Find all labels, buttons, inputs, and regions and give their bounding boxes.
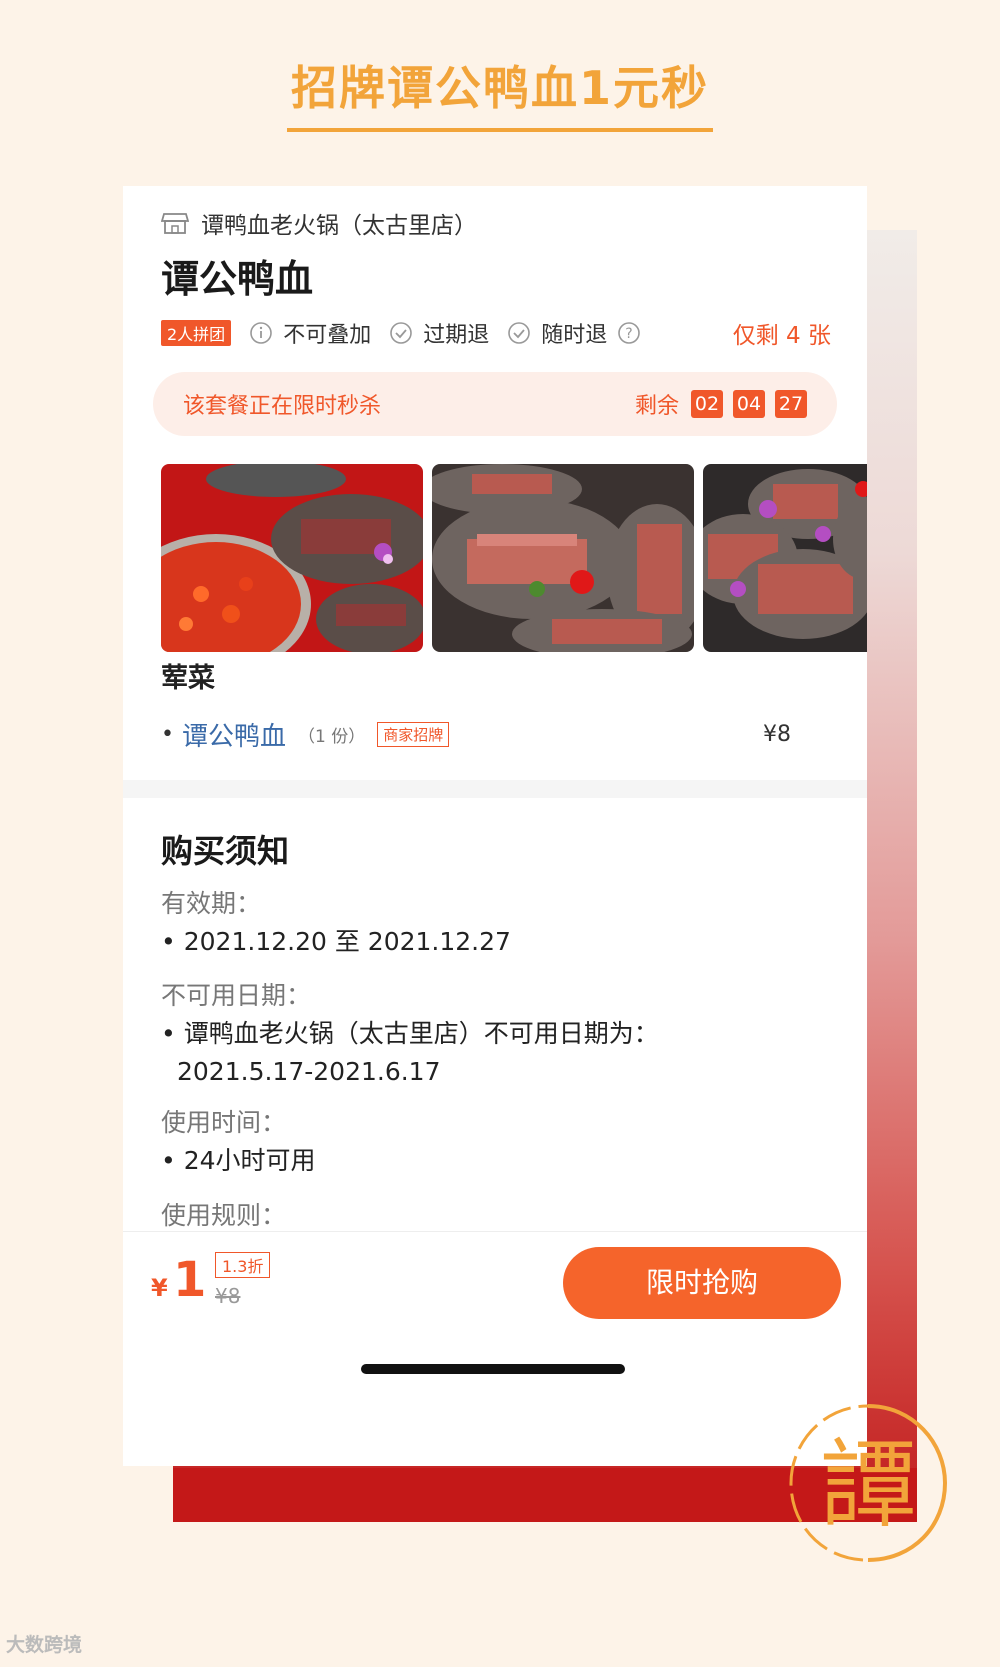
check-circle-icon bbox=[390, 322, 413, 344]
flash-sale-text: 该套餐正在限时秒杀 bbox=[183, 394, 382, 419]
countdown-label: 剩余 bbox=[634, 394, 679, 419]
bullet: • bbox=[161, 722, 174, 747]
banner-title: 招牌谭公鸭血1元秒 bbox=[290, 61, 709, 115]
deal-card: 谭鸭血老火锅（太古里店） 谭公鸭血 2人拼团 不可叠加 过期退 随时退 ? 仅剩… bbox=[123, 186, 867, 1466]
countdown-minutes: 04 bbox=[733, 390, 765, 418]
flash-buy-button[interactable]: 限时抢购 bbox=[563, 1247, 841, 1319]
countdown-seconds: 27 bbox=[775, 390, 807, 418]
food-photo[interactable] bbox=[703, 464, 867, 652]
tan-seal-logo: 譚 bbox=[789, 1404, 948, 1562]
signature-badge: 商家招牌 bbox=[377, 722, 450, 747]
store-name: 谭鸭血老火锅（太古里店） bbox=[201, 213, 477, 239]
food-photo[interactable] bbox=[161, 464, 423, 652]
info-icon bbox=[250, 322, 272, 344]
group-buy-tag: 2人拼团 bbox=[161, 320, 232, 346]
store-icon bbox=[161, 213, 189, 234]
usage-rules-label: 使用规则： bbox=[161, 1201, 287, 1230]
original-price: ¥8 bbox=[215, 1284, 241, 1308]
sale-price: 1 bbox=[173, 1252, 207, 1308]
watermark: 大数跨境 bbox=[6, 1634, 83, 1656]
unavailable-dates-label: 不可用日期： bbox=[161, 981, 312, 1010]
price-currency: ¥ bbox=[151, 1274, 168, 1302]
refund-expired-tag: 过期退 bbox=[389, 317, 489, 349]
unavailable-dates-value: • 谭鸭血老火锅（太古里店）不可用日期为： 2021.5.17-2021.6.17 bbox=[161, 1019, 659, 1086]
purchase-notice-title: 购买须知 bbox=[161, 832, 290, 870]
stock-remaining: 仅剩 4 张 bbox=[732, 323, 831, 349]
tags-row: 2人拼团 不可叠加 过期退 随时退 ? 仅剩 4 张 bbox=[161, 316, 831, 350]
store-row[interactable]: 谭鸭血老火锅（太古里店） bbox=[161, 206, 477, 240]
purchase-bar: ¥ 1 1.3折 ¥8 限时抢购 bbox=[123, 1231, 867, 1466]
svg-text:?: ? bbox=[626, 326, 633, 342]
not-stackable-tag: 不可叠加 bbox=[249, 317, 371, 349]
food-photo[interactable] bbox=[432, 464, 694, 652]
deal-title: 谭公鸭血 bbox=[161, 257, 314, 301]
refund-anytime-label: 随时退 bbox=[541, 323, 608, 348]
dish-price: ¥8 bbox=[763, 722, 791, 747]
validity-value: • 2021.12.20 至 2021.12.27 bbox=[161, 927, 511, 956]
discount-badge: 1.3折 bbox=[215, 1252, 271, 1278]
section-divider bbox=[123, 780, 867, 798]
svg-text:譚: 譚 bbox=[820, 1429, 916, 1541]
dish-row: • 谭公鸭血 （1 份） 商家招牌 ¥8 bbox=[161, 716, 791, 753]
question-icon[interactable]: ? bbox=[617, 321, 641, 345]
home-indicator[interactable] bbox=[361, 1364, 625, 1374]
usage-time-label: 使用时间： bbox=[161, 1108, 287, 1137]
photo-gallery[interactable] bbox=[161, 464, 867, 652]
dish-quantity: （1 份） bbox=[298, 727, 366, 747]
validity-label: 有效期： bbox=[161, 889, 262, 918]
usage-time-value: • 24小时可用 bbox=[161, 1146, 316, 1175]
banner-underline bbox=[287, 128, 713, 132]
flash-sale-bar: 该套餐正在限时秒杀 剩余 02 04 27 bbox=[153, 372, 837, 436]
countdown-hours: 02 bbox=[691, 390, 723, 418]
dish-name[interactable]: 谭公鸭血 bbox=[182, 716, 286, 753]
check-circle-icon bbox=[508, 322, 531, 344]
section-meat-dishes: 荤菜 bbox=[161, 663, 215, 694]
refund-expired-label: 过期退 bbox=[423, 323, 490, 348]
not-stackable-label: 不可叠加 bbox=[283, 323, 372, 348]
refund-anytime-tag: 随时退 ? bbox=[507, 317, 641, 349]
